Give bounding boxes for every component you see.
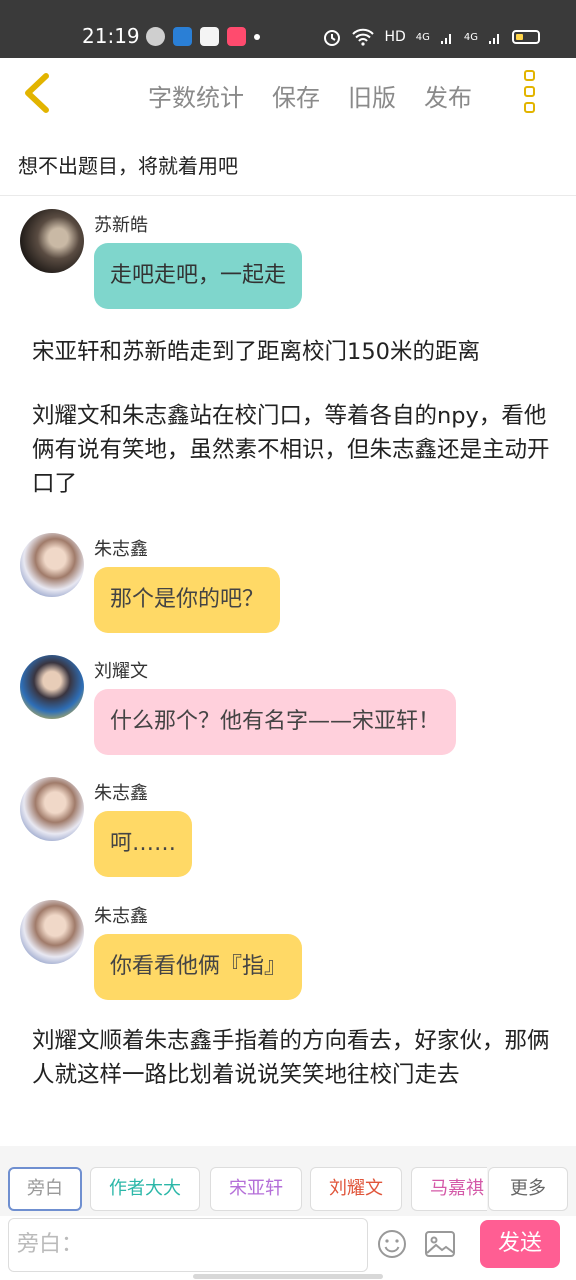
alarm-icon [324,30,341,46]
send-button[interactable]: 发送 [480,1220,560,1268]
map-icon [200,27,219,46]
message-input[interactable]: 旁白： [8,1218,368,1272]
signal-2-icon [489,34,499,44]
emoji-icon[interactable] [376,1228,408,1260]
avatar[interactable] [20,655,84,719]
speaker-name: 刘耀文 [94,661,148,682]
character-chip-ma-jiaqi[interactable]: 马嘉祺 [411,1167,487,1211]
message-bubble: 什么那个？他有名字——宋亚轩！ [94,689,457,755]
character-selector: 旁白 作者大大 宋亚轩 刘耀文 马嘉祺 更多 [0,1146,576,1216]
battery-icon [512,30,540,44]
word-count-button[interactable]: 字数统计 [148,78,244,113]
speaker-name: 朱志鑫 [94,539,148,560]
message-bubble: 走吧走吧，一起走 [94,243,303,309]
status-bar: 21:19 HD 4G 4G [0,0,576,58]
character-chip-liu-yaowen[interactable]: 刘耀文 [310,1167,402,1211]
video-icon [227,27,246,46]
notification-icons [146,27,260,46]
composer: 旁白： 发送 [0,1216,576,1280]
save-button[interactable]: 保存 [272,78,320,113]
home-indicator[interactable] [193,1274,383,1279]
speaker-name: 朱志鑫 [94,906,148,927]
story-title-bar[interactable]: 想不出题目，将就着用吧 [0,132,576,196]
story-title: 想不出题目，将就着用吧 [18,154,238,178]
story-content[interactable]: 苏新皓 走吧走吧，一起走 宋亚轩和苏新皓走到了距离校门150米的距离 刘耀文和朱… [0,197,576,1143]
narration-text[interactable]: 刘耀文顺着朱志鑫手指着的方向看去，好家伙，那俩人就这样一路比划着说说笑笑地往校门… [32,1024,552,1092]
character-chip-song-yaxuan[interactable]: 宋亚轩 [210,1167,302,1211]
avatar[interactable] [20,777,84,841]
character-chip-narrator[interactable]: 旁白 [8,1167,82,1211]
wifi-icon [352,28,375,46]
avatar[interactable] [20,900,84,964]
avatar[interactable] [20,209,84,273]
wechat-icon [146,27,165,46]
more-options-icon[interactable] [520,70,542,120]
hd-label: HD [384,29,406,45]
status-time: 21:19 [82,24,140,48]
avatar[interactable] [20,533,84,597]
system-icons: HD 4G 4G [322,27,540,47]
publish-button[interactable]: 发布 [424,78,472,113]
back-chevron-icon[interactable] [18,70,58,116]
more-dot-icon [254,33,260,40]
narration-text[interactable]: 刘耀文和朱志鑫站在校门口，等着各自的npy，看他俩有说有笑地，虽然素不相识，但朱… [32,399,552,501]
message-bubble: 呵…… [94,811,193,877]
toolbar-menu: 字数统计 保存 旧版 发布 [148,78,500,113]
image-icon[interactable] [424,1230,456,1258]
more-characters-button[interactable]: 更多 [488,1167,568,1211]
message-bubble: 那个是你的吧？ [94,567,281,633]
narration-text[interactable]: 宋亚轩和苏新皓走到了距离校门150米的距离 [32,335,552,369]
message-bubble: 你看看他俩『指』 [94,934,303,1000]
character-chip-author[interactable]: 作者大大 [90,1167,200,1211]
old-version-button[interactable]: 旧版 [348,78,396,113]
speaker-name: 苏新皓 [94,215,148,236]
signal-2-label: 4G [463,31,478,43]
signal-1-icon [440,34,451,44]
signal-1-label: 4G [415,31,430,43]
browser-icon [173,27,192,46]
editor-toolbar: 字数统计 保存 旧版 发布 [0,58,576,132]
speaker-name: 朱志鑫 [94,783,148,804]
